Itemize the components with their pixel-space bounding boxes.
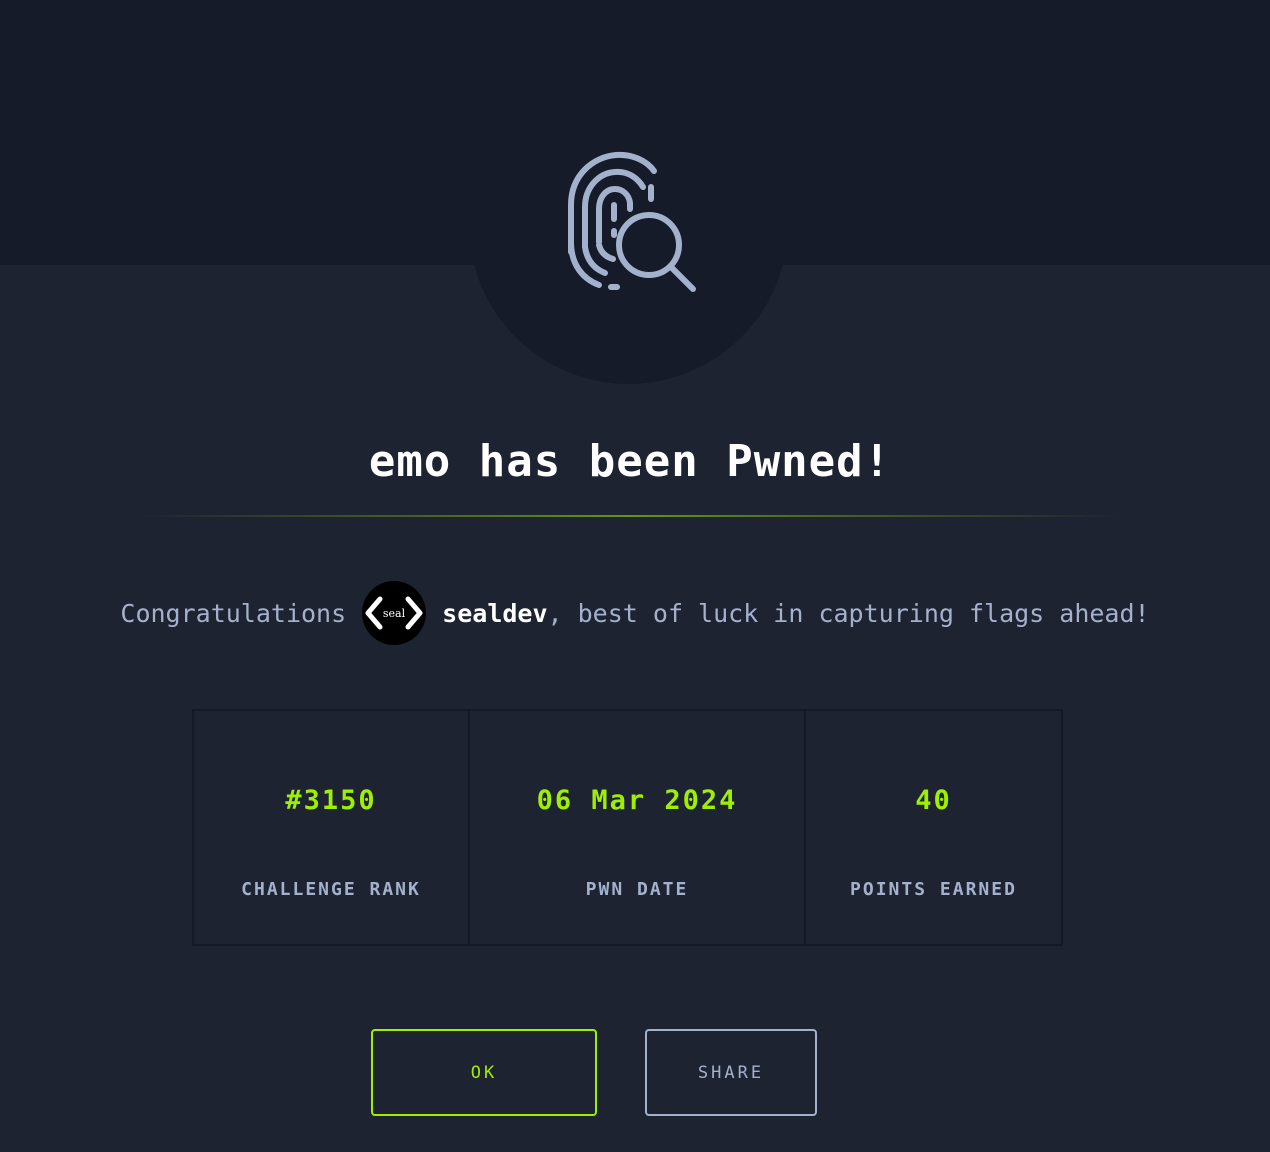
stats-panel: #3150 CHALLENGE RANK 06 Mar 2024 PWN DAT… (192, 709, 1063, 946)
stat-challenge-rank: #3150 CHALLENGE RANK (194, 711, 468, 944)
congrats-suffix: , best of luck in capturing flags ahead! (547, 598, 1150, 628)
stat-label: PWN DATE (585, 879, 689, 900)
share-button[interactable]: SHARE (645, 1029, 817, 1116)
stat-value: 06 Mar 2024 (536, 785, 738, 816)
ok-button[interactable]: OK (371, 1029, 597, 1116)
stat-label: POINTS EARNED (850, 879, 1017, 900)
page-title: emo has been Pwned! (368, 436, 892, 487)
title-divider (140, 515, 1120, 517)
stat-pwn-date: 06 Mar 2024 PWN DATE (468, 711, 804, 944)
stat-value: 40 (915, 785, 952, 816)
avatar[interactable]: seal (362, 581, 427, 645)
congrats-prefix: Congratulations (120, 598, 347, 628)
challenge-badge (469, 65, 788, 384)
pwned-dialog: emo has been Pwned! Congratulations seal… (0, 0, 1270, 1152)
username-link[interactable]: sealdev (442, 599, 547, 628)
congratulations-message: Congratulations seal sealdev , best of l… (0, 580, 1270, 646)
avatar-logo-text: seal (383, 607, 406, 620)
fingerprint-search-icon (568, 151, 696, 292)
stat-points-earned: 40 POINTS EARNED (804, 711, 1061, 944)
seal-logo-icon: seal (365, 596, 423, 630)
stat-value: #3150 (285, 785, 377, 816)
stat-label: CHALLENGE RANK (241, 879, 421, 900)
